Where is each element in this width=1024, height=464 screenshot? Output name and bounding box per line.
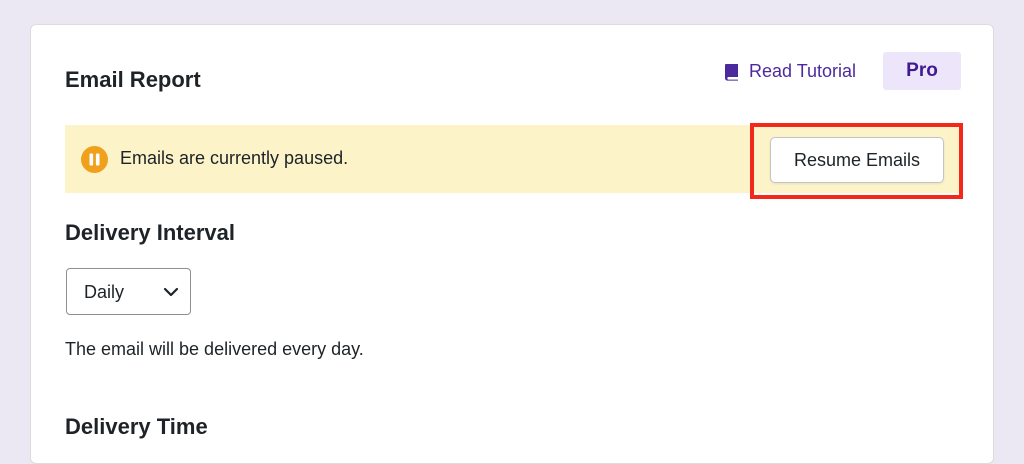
resume-emails-button[interactable]: Resume Emails xyxy=(770,137,944,183)
email-report-card: Email Report Read Tutorial Pro Emails ar… xyxy=(30,24,994,464)
delivery-interval-heading: Delivery Interval xyxy=(65,220,235,245)
delivery-interval-value: Daily xyxy=(84,282,125,302)
read-tutorial-label: Read Tutorial xyxy=(749,61,857,81)
book-icon xyxy=(724,63,738,81)
notice-message: Emails are currently paused. xyxy=(120,148,349,168)
chevron-down-icon xyxy=(163,287,179,297)
read-tutorial-link[interactable]: Read Tutorial xyxy=(723,61,856,82)
pause-icon xyxy=(81,146,108,173)
delivery-interval-select[interactable]: Daily xyxy=(66,268,191,315)
delivery-time-heading: Delivery Time xyxy=(65,414,208,439)
delivery-interval-description: The email will be delivered every day. xyxy=(65,339,364,359)
pro-badge: Pro xyxy=(883,52,961,90)
card-title: Email Report xyxy=(65,67,201,92)
